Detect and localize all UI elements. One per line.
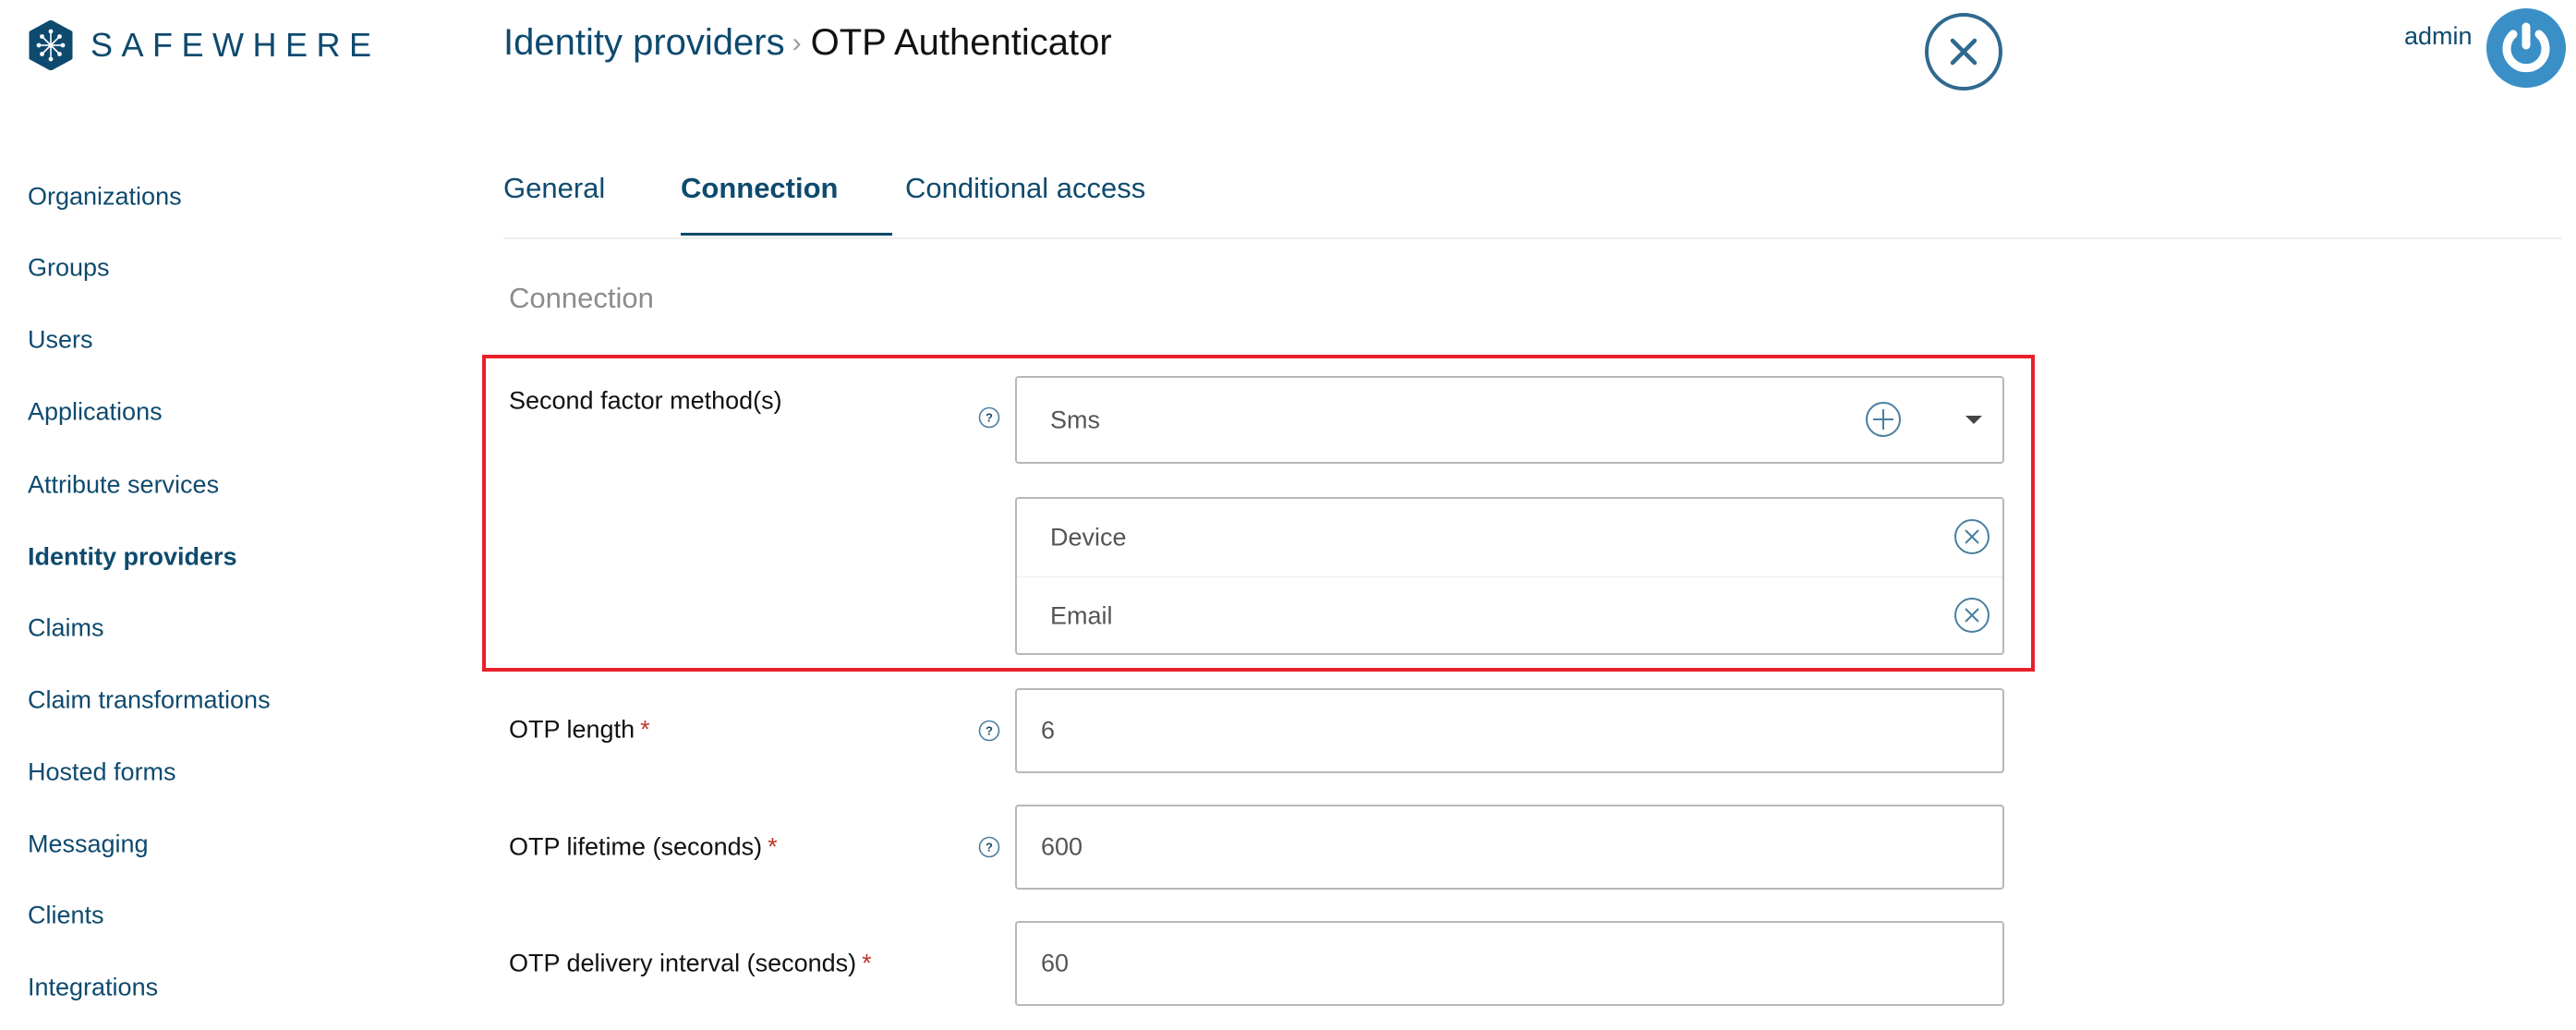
sidebar-item-attribute-services[interactable]: Attribute services: [28, 471, 219, 500]
remove-circle-icon[interactable]: [1953, 518, 1990, 555]
brand-name: SAFEWHERE: [91, 26, 381, 64]
sidebar-item-claims[interactable]: Claims: [28, 614, 104, 643]
help-icon[interactable]: ?: [978, 720, 1000, 742]
section-title: Connection: [509, 282, 654, 314]
tab-connection[interactable]: Connection: [681, 172, 839, 205]
added-methods-list: Device Email: [1015, 497, 2004, 655]
svg-text:?: ?: [986, 841, 993, 854]
required-mark: *: [640, 715, 650, 744]
safewhere-logo[interactable]: SAFEWHERE: [28, 20, 381, 70]
sidebar-item-users[interactable]: Users: [28, 326, 93, 355]
list-item: Device: [1017, 499, 2002, 576]
otp-lifetime-label-text: OTP lifetime (seconds): [509, 832, 763, 861]
power-avatar-icon[interactable]: [2486, 8, 2566, 88]
otp-length-input[interactable]: 6: [1015, 688, 2004, 773]
second-factor-select[interactable]: Sms: [1015, 376, 2004, 464]
otp-lifetime-input[interactable]: 600: [1015, 805, 2004, 890]
sidebar-item-identity-providers[interactable]: Identity providers: [28, 543, 237, 572]
sidebar-item-organizations[interactable]: Organizations: [28, 183, 182, 212]
list-item: Email: [1017, 576, 2002, 654]
selected-method: Sms: [1050, 406, 1100, 433]
otp-delivery-interval-value: 60: [1041, 949, 1070, 977]
active-tab-indicator: [681, 233, 892, 236]
sidebar-item-integrations[interactable]: Integrations: [28, 974, 158, 1002]
otp-delivery-interval-label: OTP delivery interval (seconds) *: [509, 950, 872, 978]
svg-text:?: ?: [986, 724, 993, 738]
required-mark: *: [768, 832, 778, 861]
otp-lifetime-label: OTP lifetime (seconds) *: [509, 833, 778, 862]
otp-lifetime-value: 600: [1041, 832, 1083, 861]
otp-length-label: OTP length *: [509, 716, 650, 745]
second-factor-label: Second factor method(s): [509, 386, 782, 415]
sidebar-item-groups[interactable]: Groups: [28, 254, 110, 283]
help-icon[interactable]: ?: [978, 406, 1000, 429]
sidebar-item-clients[interactable]: Clients: [28, 902, 104, 930]
plus-circle-icon[interactable]: [1865, 401, 1902, 438]
page-title: OTP Authenticator: [810, 22, 1112, 63]
tab-general[interactable]: General: [503, 172, 605, 205]
sidebar-item-hosted-forms[interactable]: Hosted forms: [28, 758, 176, 787]
otp-delivery-interval-input[interactable]: 60: [1015, 921, 2004, 1006]
otp-length-label-text: OTP length: [509, 715, 635, 744]
user-name[interactable]: admin: [2404, 22, 2473, 51]
logo-hexagon-icon: [29, 20, 73, 70]
svg-text:?: ?: [986, 411, 993, 425]
breadcrumb-parent-link[interactable]: Identity providers: [503, 22, 785, 64]
remove-circle-icon[interactable]: [1953, 597, 1990, 634]
otp-delivery-interval-label-text: OTP delivery interval (seconds): [509, 949, 857, 977]
chevron-down-icon[interactable]: [1965, 416, 1982, 424]
breadcrumb: Identity providers › OTP Authenticator: [503, 22, 1112, 64]
sidebar-item-messaging[interactable]: Messaging: [28, 830, 149, 859]
sidebar-item-applications[interactable]: Applications: [28, 398, 163, 427]
otp-length-value: 6: [1041, 716, 1056, 745]
tab-conditional-access[interactable]: Conditional access: [905, 172, 1145, 205]
chevron-right-icon: ›: [792, 27, 802, 58]
close-icon[interactable]: [1924, 12, 2003, 91]
method-name: Device: [1050, 523, 1127, 551]
sidebar-item-claim-transformations[interactable]: Claim transformations: [28, 686, 271, 715]
help-icon[interactable]: ?: [978, 836, 1000, 858]
required-mark: *: [862, 949, 872, 977]
method-name: Email: [1050, 601, 1113, 629]
tab-bar: General Connection Conditional access: [503, 172, 2562, 239]
